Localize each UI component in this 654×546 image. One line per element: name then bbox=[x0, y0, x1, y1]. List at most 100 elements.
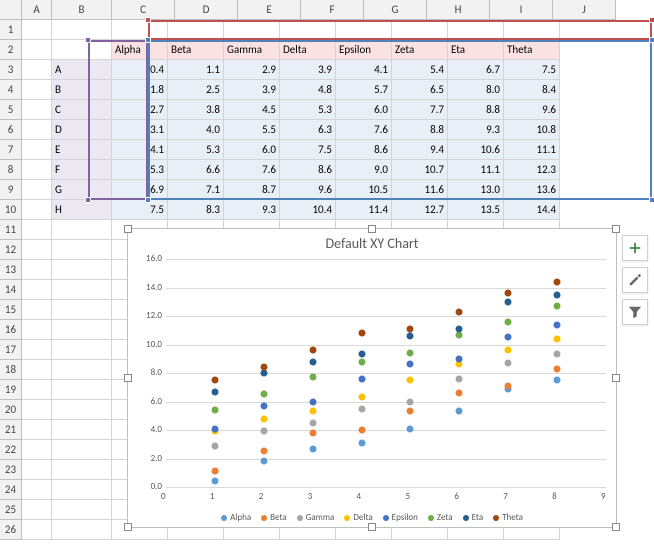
cell[interactable]: 11.4 bbox=[336, 200, 392, 220]
chart-resize-handle[interactable] bbox=[124, 523, 132, 531]
legend-item[interactable]: Gamma bbox=[297, 512, 335, 523]
cell[interactable] bbox=[52, 40, 112, 60]
data-point[interactable] bbox=[505, 360, 512, 367]
cell[interactable]: 3.9 bbox=[224, 80, 280, 100]
legend-item[interactable]: Alpha bbox=[221, 512, 251, 523]
cell[interactable]: 9.4 bbox=[392, 140, 448, 160]
data-point[interactable] bbox=[358, 405, 365, 412]
cell[interactable] bbox=[168, 20, 224, 40]
data-point[interactable] bbox=[309, 408, 316, 415]
row-header[interactable]: 15 bbox=[0, 300, 22, 320]
column-header[interactable]: F bbox=[301, 0, 364, 20]
cell[interactable]: 3.9 bbox=[280, 60, 336, 80]
data-point[interactable] bbox=[505, 334, 512, 341]
cell[interactable] bbox=[52, 380, 112, 400]
data-point[interactable] bbox=[260, 448, 267, 455]
cell[interactable]: 10.8 bbox=[504, 120, 560, 140]
data-point[interactable] bbox=[407, 408, 414, 415]
data-point[interactable] bbox=[554, 303, 561, 310]
data-point[interactable] bbox=[407, 377, 414, 384]
cell[interactable]: 8.3 bbox=[168, 200, 224, 220]
row-header[interactable]: 3 bbox=[0, 60, 22, 80]
cell[interactable]: 5.7 bbox=[336, 80, 392, 100]
cell[interactable] bbox=[22, 440, 52, 460]
cell[interactable]: E bbox=[52, 140, 112, 160]
cell[interactable]: 6.0 bbox=[336, 100, 392, 120]
cell[interactable] bbox=[52, 500, 112, 520]
data-point[interactable] bbox=[211, 407, 218, 414]
cell[interactable]: 9.6 bbox=[280, 180, 336, 200]
cell[interactable] bbox=[22, 140, 52, 160]
data-point[interactable] bbox=[260, 458, 267, 465]
cell[interactable]: 5.3 bbox=[112, 160, 168, 180]
data-point[interactable] bbox=[505, 382, 512, 389]
column-header[interactable]: G bbox=[364, 0, 427, 20]
data-point[interactable] bbox=[309, 374, 316, 381]
cell[interactable]: D bbox=[52, 120, 112, 140]
row-header[interactable]: 9 bbox=[0, 180, 22, 200]
cell[interactable]: F bbox=[52, 160, 112, 180]
cell[interactable] bbox=[22, 340, 52, 360]
cell[interactable] bbox=[22, 300, 52, 320]
cell[interactable] bbox=[22, 460, 52, 480]
cell[interactable]: 8.8 bbox=[392, 120, 448, 140]
cell[interactable] bbox=[22, 40, 52, 60]
cell[interactable]: 10.7 bbox=[392, 160, 448, 180]
cell[interactable]: Delta bbox=[280, 40, 336, 60]
cell[interactable]: 13.0 bbox=[448, 180, 504, 200]
cell[interactable]: 10.6 bbox=[448, 140, 504, 160]
data-point[interactable] bbox=[554, 365, 561, 372]
cell[interactable]: 8.6 bbox=[336, 140, 392, 160]
data-point[interactable] bbox=[505, 347, 512, 354]
chart-resize-handle[interactable] bbox=[612, 523, 620, 531]
row-header[interactable]: 22 bbox=[0, 440, 22, 460]
column-header[interactable]: A bbox=[22, 0, 52, 20]
cell[interactable]: 11.6 bbox=[392, 180, 448, 200]
cell[interactable] bbox=[52, 340, 112, 360]
cell[interactable] bbox=[52, 240, 112, 260]
cell[interactable] bbox=[22, 280, 52, 300]
cell[interactable]: 7.5 bbox=[504, 60, 560, 80]
cell[interactable] bbox=[504, 20, 560, 40]
row-header[interactable]: 24 bbox=[0, 480, 22, 500]
data-point[interactable] bbox=[554, 321, 561, 328]
cell[interactable]: 3.8 bbox=[168, 100, 224, 120]
data-point[interactable] bbox=[554, 351, 561, 358]
chart-filters-button[interactable] bbox=[622, 299, 648, 325]
cell[interactable]: 4.0 bbox=[168, 120, 224, 140]
data-point[interactable] bbox=[407, 361, 414, 368]
legend-item[interactable]: Delta bbox=[344, 512, 372, 523]
cell[interactable]: 6.9 bbox=[112, 180, 168, 200]
data-point[interactable] bbox=[309, 429, 316, 436]
cell[interactable]: 2.9 bbox=[224, 60, 280, 80]
data-point[interactable] bbox=[358, 439, 365, 446]
cell[interactable] bbox=[22, 120, 52, 140]
cell[interactable]: Gamma bbox=[224, 40, 280, 60]
row-header[interactable]: 23 bbox=[0, 460, 22, 480]
cell[interactable] bbox=[52, 280, 112, 300]
data-point[interactable] bbox=[211, 442, 218, 449]
cell[interactable] bbox=[52, 400, 112, 420]
cell[interactable] bbox=[22, 80, 52, 100]
cell[interactable]: Beta bbox=[168, 40, 224, 60]
chart-object[interactable]: Default XY Chart 0.02.04.06.08.010.012.0… bbox=[127, 228, 617, 528]
cell[interactable] bbox=[224, 20, 280, 40]
data-point[interactable] bbox=[505, 318, 512, 325]
cell[interactable]: 7.6 bbox=[336, 120, 392, 140]
row-header[interactable]: 2 bbox=[0, 40, 22, 60]
row-header[interactable]: 26 bbox=[0, 520, 22, 540]
row-header[interactable]: 6 bbox=[0, 120, 22, 140]
cell[interactable]: 1.1 bbox=[168, 60, 224, 80]
cell[interactable]: 1.8 bbox=[112, 80, 168, 100]
row-header[interactable]: 16 bbox=[0, 320, 22, 340]
data-point[interactable] bbox=[358, 351, 365, 358]
data-point[interactable] bbox=[211, 425, 218, 432]
cell[interactable]: 8.7 bbox=[224, 180, 280, 200]
data-point[interactable] bbox=[407, 425, 414, 432]
cell[interactable] bbox=[52, 320, 112, 340]
data-point[interactable] bbox=[211, 468, 218, 475]
cell[interactable]: A bbox=[52, 60, 112, 80]
cell[interactable]: C bbox=[52, 100, 112, 120]
cell[interactable] bbox=[22, 520, 52, 540]
cell[interactable] bbox=[22, 240, 52, 260]
